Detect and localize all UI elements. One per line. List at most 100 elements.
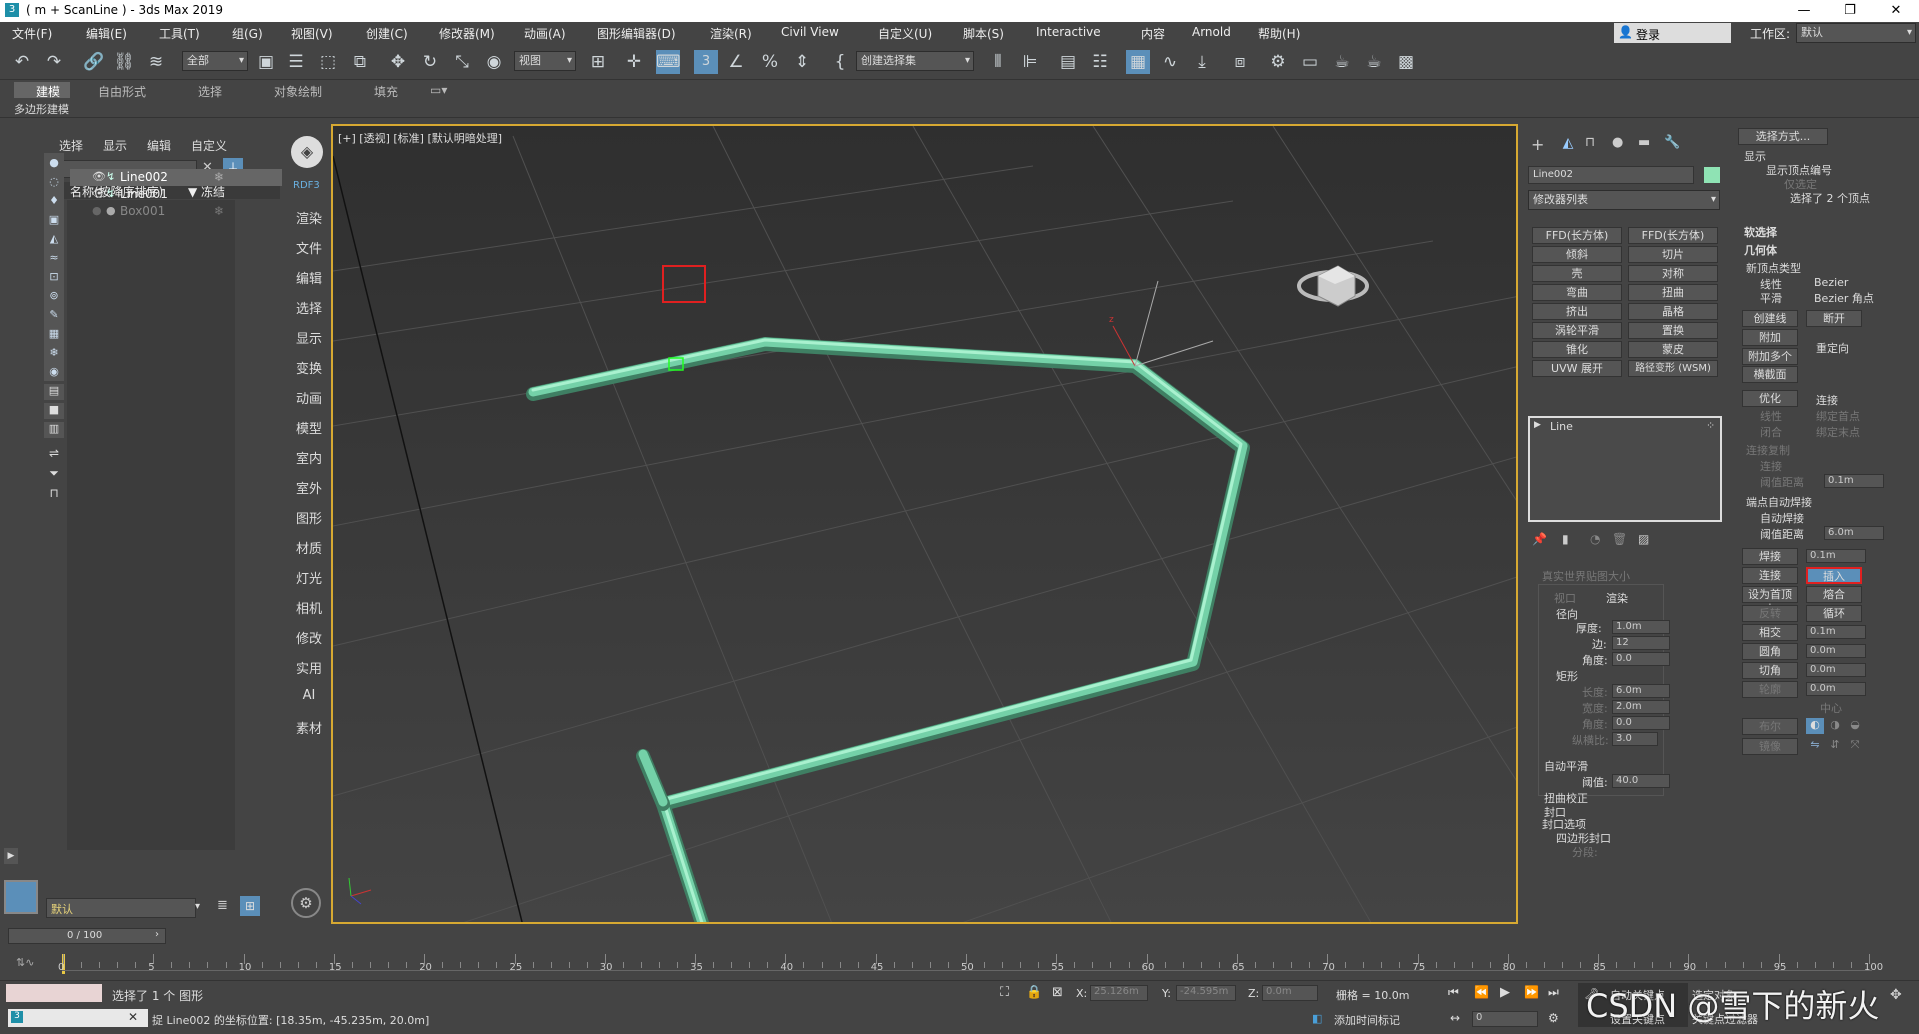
link-icon[interactable]: 🔗 xyxy=(82,50,106,74)
cmd-render[interactable]: 渲染 xyxy=(293,208,325,227)
real-world-map-size[interactable]: 真实世界贴图大小 xyxy=(1542,568,1630,584)
create-line-button[interactable]: 创建线 xyxy=(1742,310,1798,327)
display-cameras-icon[interactable]: ▣ xyxy=(44,210,64,229)
display-frozen-icon[interactable]: ❄ xyxy=(44,343,64,362)
connect-button[interactable]: 连接 xyxy=(1742,567,1798,584)
cross-section-button[interactable]: 横截面 xyxy=(1742,366,1798,383)
reorient-check[interactable]: 重定向 xyxy=(1816,340,1849,356)
display-none-icon[interactable]: ■ xyxy=(44,403,64,419)
cmd-assets[interactable]: 素材 xyxy=(293,718,325,737)
time-tag-icon[interactable]: ◧ xyxy=(1312,1012,1322,1025)
menu-file[interactable]: 文件(F) xyxy=(12,25,52,42)
radio-render[interactable]: 渲染 xyxy=(1606,590,1628,606)
width-spinner[interactable]: 2.0m xyxy=(1612,700,1670,714)
display-helpers-icon[interactable]: ◭ xyxy=(44,229,64,248)
thickness-spinner[interactable]: 1.0m xyxy=(1612,620,1670,634)
create-tab-icon[interactable]: + xyxy=(1531,135,1544,154)
play-icon[interactable]: ▶ xyxy=(1500,985,1510,1000)
ref-coord-dropdown[interactable]: 视图 xyxy=(514,51,576,71)
rendered-frame-icon[interactable]: ▭ xyxy=(1298,50,1322,74)
display-shapes-icon[interactable]: ◌ xyxy=(44,172,64,191)
insert-button[interactable]: 插入 xyxy=(1806,567,1862,584)
z-field[interactable]: 0.0m xyxy=(1262,985,1318,1001)
minimize-button[interactable]: — xyxy=(1781,0,1827,22)
connect-check[interactable]: 连接 xyxy=(1816,392,1838,408)
cmd-file[interactable]: 文件 xyxy=(293,238,325,257)
outline-button[interactable]: 轮廓 xyxy=(1742,681,1798,698)
closed-check[interactable]: 闭合 xyxy=(1760,424,1782,440)
cmd-animation[interactable]: 动画 xyxy=(293,388,325,407)
menu-civil-view[interactable]: Civil View xyxy=(781,25,839,39)
manipulate-icon[interactable]: ✛ xyxy=(622,50,646,74)
pivot-center-icon[interactable]: ⊞ xyxy=(586,50,610,74)
rect-selection-icon[interactable]: ⬚ xyxy=(316,50,340,74)
place-icon[interactable]: ◉ xyxy=(482,50,506,74)
cmd-display[interactable]: 显示 xyxy=(293,328,325,347)
render-setup-icon[interactable]: ⚙ xyxy=(1266,50,1290,74)
menu-animation[interactable]: 动画(A) xyxy=(524,25,566,42)
mod-shell[interactable]: 壳 xyxy=(1532,265,1622,282)
menu-view[interactable]: 视图(V) xyxy=(291,25,333,42)
scene-tab-select[interactable]: 选择 xyxy=(59,137,83,154)
mod-path-deform[interactable]: 路径变形 (WSM) xyxy=(1628,360,1718,377)
utilities-tab-icon[interactable]: 🔧 xyxy=(1664,135,1680,150)
hierarchy-view-icon[interactable]: ⊞ xyxy=(240,896,260,916)
mirror-horizontal-icon[interactable]: ⇋ xyxy=(1806,738,1824,754)
bind-space-warp-icon[interactable]: ≋ xyxy=(144,50,168,74)
attach-multiple-button[interactable]: 附加多个 xyxy=(1742,348,1798,365)
scene-tab-display[interactable]: 显示 xyxy=(103,137,127,154)
make-unique-icon[interactable]: ◔ xyxy=(1590,532,1600,546)
visibility-eye-icon[interactable]: ● xyxy=(92,204,102,217)
selection-filter-dropdown[interactable]: 全部 xyxy=(182,51,248,71)
boolean-intersect-icon[interactable]: ◒ xyxy=(1846,718,1864,734)
chamfer-spinner[interactable]: 0.0m xyxy=(1806,663,1866,677)
bind-first-check[interactable]: 绑定首点 xyxy=(1816,408,1860,424)
lock-selection-icon[interactable]: 🔒 xyxy=(1026,985,1042,1000)
ribbon-tab-populate[interactable]: 填充 xyxy=(374,83,398,100)
break-button[interactable]: 断开 xyxy=(1806,310,1862,327)
ribbon-options-icon[interactable]: ▭▾ xyxy=(430,83,447,97)
select-object-icon[interactable]: ▣ xyxy=(254,50,278,74)
mod-ffd-box-2[interactable]: FFD(长方体) xyxy=(1628,227,1718,244)
key-mode-icon[interactable]: ↔ xyxy=(1450,1011,1460,1025)
scene-row-line002[interactable]: 👁 ↯ Line002 ❄ xyxy=(70,169,282,186)
radio-smooth[interactable]: 平滑 xyxy=(1760,290,1782,306)
viewport-nav-icon[interactable]: ✥ xyxy=(1890,987,1902,1003)
maxscript-listener[interactable] xyxy=(6,984,102,1002)
selection-method-button[interactable]: 选择方式... xyxy=(1738,128,1828,145)
settings-gear-icon[interactable]: ⚙ xyxy=(291,888,321,918)
geometry-rollout[interactable]: 几何体 xyxy=(1744,242,1777,258)
next-frame-icon[interactable]: › xyxy=(155,929,159,940)
render-production-icon[interactable]: ☕ xyxy=(1330,50,1354,74)
current-frame-field[interactable]: 0 xyxy=(1472,1011,1538,1027)
cmd-material[interactable]: 材质 xyxy=(293,538,325,557)
curve-editor-icon[interactable]: ∿ xyxy=(1158,50,1182,74)
boolean-union-icon[interactable]: ◐ xyxy=(1806,718,1824,734)
menu-group[interactable]: 组(G) xyxy=(232,25,263,42)
display-geometry-icon[interactable]: ● xyxy=(44,153,64,172)
ribbon-tab-selection[interactable]: 选择 xyxy=(198,83,222,100)
scene-explorer-icon[interactable]: ▤ xyxy=(1056,50,1080,74)
object-name-field[interactable]: Line002 xyxy=(1528,166,1694,184)
mod-displace[interactable]: 置换 xyxy=(1628,322,1718,339)
align-icon[interactable]: ⊫ xyxy=(1018,50,1042,74)
center-check[interactable]: 中心 xyxy=(1820,700,1842,716)
radio-bezier-corner[interactable]: Bezier 角点 xyxy=(1814,290,1874,306)
next-frame-icon[interactable]: ⏩ xyxy=(1524,985,1539,999)
select-by-name-icon[interactable]: ☰ xyxy=(284,50,308,74)
viewport-perspective[interactable]: z xyxy=(331,124,1518,924)
cmd-edit[interactable]: 编辑 xyxy=(293,268,325,287)
window-crossing-icon[interactable]: ⧉ xyxy=(348,50,372,74)
reverse-button[interactable]: 反转 xyxy=(1742,605,1798,622)
named-selection-dropdown[interactable]: 创建选择集 xyxy=(856,51,974,71)
display-spacewarps-icon[interactable]: ≈ xyxy=(44,248,64,267)
visibility-eye-icon[interactable]: 👁 xyxy=(92,170,106,183)
mirror-vertical-icon[interactable]: ⇵ xyxy=(1826,738,1844,754)
linear-check[interactable]: 线性 xyxy=(1760,408,1782,424)
mod-extrude[interactable]: 挤出 xyxy=(1532,303,1622,320)
viewport-scene[interactable]: z xyxy=(333,126,1518,924)
length-spinner[interactable]: 6.0m xyxy=(1612,684,1670,698)
fillet-button[interactable]: 圆角 xyxy=(1742,643,1798,660)
goto-start-icon[interactable]: ⏮ xyxy=(1448,985,1459,1000)
percent-snap-icon[interactable]: % xyxy=(758,50,782,74)
